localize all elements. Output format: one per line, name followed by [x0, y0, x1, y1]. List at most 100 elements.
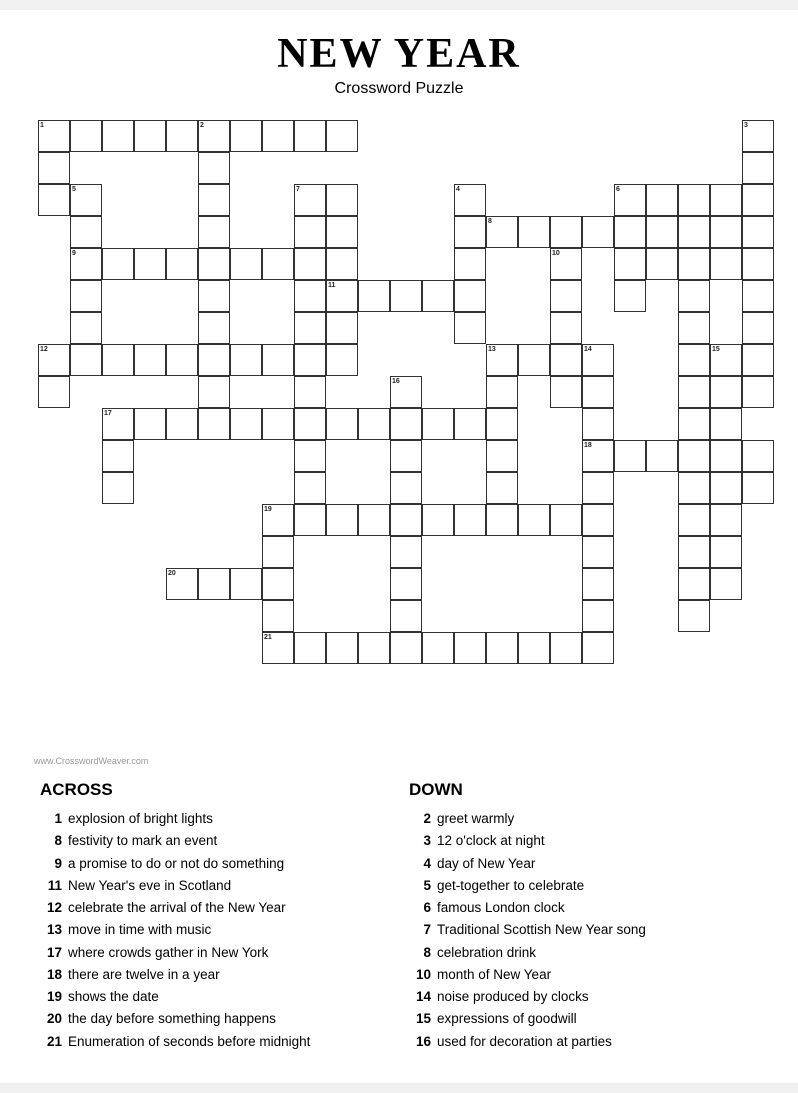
cell-11-19[interactable]	[646, 440, 678, 472]
cell-1-0[interactable]: 1	[38, 120, 70, 152]
cell-7-22f[interactable]	[742, 312, 774, 344]
cell-17-9[interactable]	[326, 632, 358, 664]
cell-17-17[interactable]	[582, 632, 614, 664]
cell-8-3[interactable]	[134, 344, 166, 376]
cell-9-21[interactable]	[710, 376, 742, 408]
cell-9-8[interactable]	[294, 376, 326, 408]
cell-4-1[interactable]	[70, 216, 102, 248]
cell-3-18[interactable]: 6	[614, 184, 646, 216]
cell-12-20[interactable]	[678, 472, 710, 504]
cell-15-20[interactable]	[678, 568, 710, 600]
cell-7-20[interactable]	[678, 312, 710, 344]
cell-8-21[interactable]: 15	[710, 344, 742, 376]
cell-10-12[interactable]	[422, 408, 454, 440]
cell-1-3[interactable]	[134, 120, 166, 152]
cell-7-16[interactable]	[550, 312, 582, 344]
cell-8-22g[interactable]	[742, 344, 774, 376]
cell-1-9[interactable]	[326, 120, 358, 152]
cell-11-8[interactable]	[294, 440, 326, 472]
cell-17-7[interactable]: 21	[262, 632, 294, 664]
cell-7-13[interactable]	[454, 312, 486, 344]
cell-5-21[interactable]	[710, 248, 742, 280]
cell-4-19[interactable]	[646, 216, 678, 248]
cell-1-2[interactable]	[102, 120, 134, 152]
cell-10-10[interactable]	[358, 408, 390, 440]
cell-14-17[interactable]	[582, 536, 614, 568]
cell-6-11[interactable]	[390, 280, 422, 312]
cell-14-21[interactable]	[710, 536, 742, 568]
cell-11-18[interactable]	[614, 440, 646, 472]
cell-10-4[interactable]	[166, 408, 198, 440]
cell-3-19[interactable]	[646, 184, 678, 216]
cell-13-11[interactable]	[390, 504, 422, 536]
cell-11-21[interactable]	[710, 440, 742, 472]
cell-5-4[interactable]	[166, 248, 198, 280]
cell-5-20[interactable]	[678, 248, 710, 280]
cell-13-14[interactable]	[486, 504, 518, 536]
cell-7-1[interactable]	[70, 312, 102, 344]
cell-13-10[interactable]	[358, 504, 390, 536]
cell-10-5[interactable]	[198, 408, 230, 440]
cell-4-16[interactable]	[550, 216, 582, 248]
cell-15-5[interactable]	[198, 568, 230, 600]
cell-15-4[interactable]: 20	[166, 568, 198, 600]
cell-10-2[interactable]: 17	[102, 408, 134, 440]
cell-12-21[interactable]	[710, 472, 742, 504]
cell-6-12[interactable]	[422, 280, 454, 312]
cell-8-9[interactable]	[326, 344, 358, 376]
cell-8-14[interactable]: 13	[486, 344, 518, 376]
cell-17-12[interactable]	[422, 632, 454, 664]
cell-4-8[interactable]	[294, 216, 326, 248]
cell-2-5[interactable]	[198, 152, 230, 184]
cell-4-14[interactable]: 8	[486, 216, 518, 248]
cell-4-20[interactable]	[678, 216, 710, 248]
cell-5-8[interactable]	[294, 248, 326, 280]
cell-14-11[interactable]	[390, 536, 422, 568]
cell-17-10[interactable]	[358, 632, 390, 664]
cell-6-13[interactable]	[454, 280, 486, 312]
cell-8-20[interactable]	[678, 344, 710, 376]
cell-17-16[interactable]	[550, 632, 582, 664]
cell-13-21[interactable]	[710, 504, 742, 536]
cell-9-0[interactable]	[38, 376, 70, 408]
cell-3-21[interactable]	[710, 184, 742, 216]
cell-10-8[interactable]	[294, 408, 326, 440]
cell-12-11[interactable]	[390, 472, 422, 504]
cell-6-20[interactable]	[678, 280, 710, 312]
cell-8-4[interactable]	[166, 344, 198, 376]
cell-13-13[interactable]	[454, 504, 486, 536]
cell-13-20[interactable]	[678, 504, 710, 536]
cell-7-8[interactable]	[294, 312, 326, 344]
cell-10-7[interactable]	[262, 408, 294, 440]
cell-13-8[interactable]	[294, 504, 326, 536]
cell-8-15[interactable]	[518, 344, 550, 376]
cell-8-1[interactable]	[70, 344, 102, 376]
cell-10-6[interactable]	[230, 408, 262, 440]
cell-12-8[interactable]	[294, 472, 326, 504]
cell-9-11[interactable]: 16	[390, 376, 422, 408]
cell-10-3[interactable]	[134, 408, 166, 440]
cell-8-7[interactable]	[262, 344, 294, 376]
cell-5-5[interactable]	[198, 248, 230, 280]
cell-5-16[interactable]: 10	[550, 248, 582, 280]
cell-1-7[interactable]	[262, 120, 294, 152]
cell-9-16[interactable]	[550, 376, 582, 408]
cell-16-17[interactable]	[582, 600, 614, 632]
cell-17-11[interactable]	[390, 632, 422, 664]
cell-4-5[interactable]	[198, 216, 230, 248]
cell-17-14[interactable]	[486, 632, 518, 664]
cell-15-7[interactable]	[262, 568, 294, 600]
cell-10-21[interactable]	[710, 408, 742, 440]
cell-13-15[interactable]	[518, 504, 550, 536]
cell-3-22b[interactable]	[742, 184, 774, 216]
cell-8-2[interactable]	[102, 344, 134, 376]
cell-1-8[interactable]	[294, 120, 326, 152]
cell-10-14[interactable]	[486, 408, 518, 440]
cell-8-17[interactable]: 14	[582, 344, 614, 376]
cell-5-2[interactable]	[102, 248, 134, 280]
cell-12-22j[interactable]	[742, 472, 774, 504]
cell-12-17[interactable]	[582, 472, 614, 504]
cell-9-5[interactable]	[198, 376, 230, 408]
cell-4-18[interactable]	[614, 216, 646, 248]
cell-11-17[interactable]: 18	[582, 440, 614, 472]
